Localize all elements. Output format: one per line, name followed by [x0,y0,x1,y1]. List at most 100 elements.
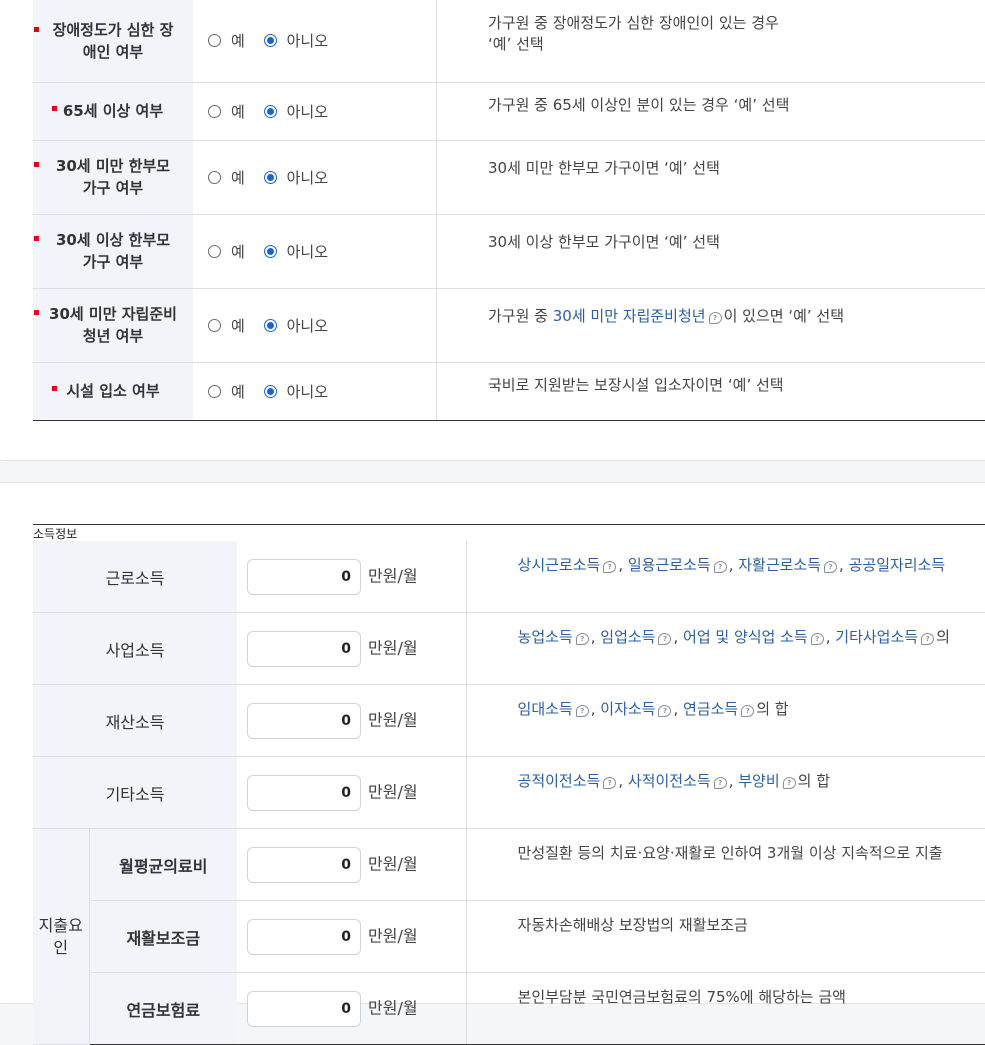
label-line: 가구 여부 [33,251,193,273]
amount-input[interactable]: 0 [247,919,361,955]
radio-no[interactable]: 아니오 [264,103,328,121]
help-icon[interactable]: ? [741,705,754,717]
radio-yes[interactable]: 예 [208,383,245,401]
radio-label: 예 [231,317,245,335]
input-cell: 0 만원/월 [237,685,466,757]
radio-label: 아니오 [287,317,328,335]
help-icon[interactable]: ? [921,633,934,645]
radio-no[interactable]: 아니오 [264,32,328,50]
desc-line: 30세 이상 한부모 가구이면 ‘예’ 선택 [488,232,985,253]
desc-text: 의 [936,628,950,646]
household-table: 장애정도가 심한 장 애인 여부 예 아니오 가구원 중 장애정도가 심한 장애… [33,0,985,421]
amount-input[interactable]: 0 [247,559,361,595]
row-description: 만성질환 등의 치료·요양·재활로 인하여 3개월 이상 지속적으로 지출 [466,829,985,901]
radio-circle-icon[interactable] [208,385,221,398]
desc-link[interactable]: 공적이전소득 [518,772,601,790]
help-icon[interactable]: ? [783,777,796,789]
label-line: 시설 입소 여부 [33,380,193,402]
radio-label: 아니오 [287,383,328,401]
radio-label: 예 [231,243,245,261]
row-description: 자동차손해배상 보장법의 재활보조금 [466,901,985,973]
desc-link[interactable]: 상시근로소득 [518,556,601,574]
radio-no[interactable]: 아니오 [264,383,328,401]
desc-line: 가구원 중 65세 이상인 분이 있는 경우 ‘예’ 선택 [488,95,985,116]
help-icon[interactable]: ? [824,561,837,573]
desc-link[interactable]: 기타사업소득 [835,628,918,646]
desc-link[interactable]: 일용근로소득 [628,556,711,574]
radio-no[interactable]: 아니오 [264,317,328,335]
table-row: 지출요 인 월평균의료비 0만원/월 만성질환 등의 치료·요양·재활로 인하여… [33,829,985,901]
help-icon[interactable]: ? [603,561,616,573]
required-marker [52,386,57,391]
help-icon[interactable]: ? [714,777,727,789]
radio-selected-icon[interactable] [264,245,277,258]
row-description: 농업소득?, 임업소득?, 어업 및 양식업 소득?, 기타사업소득?의 [466,613,985,685]
desc-link[interactable]: 이자소득 [600,700,655,718]
help-icon[interactable]: ? [811,633,824,645]
input-cell: 0만원/월 [237,613,466,685]
radio-selected-icon[interactable] [264,319,277,332]
radio-selected-icon[interactable] [264,385,277,398]
table-row: 재산소득 0만원/월 임대소득?, 이자소득?, 연금소득?의 합 [33,685,985,757]
radio-group: 예 아니오 [193,288,437,362]
radio-circle-icon[interactable] [208,105,221,118]
radio-no[interactable]: 아니오 [264,169,328,187]
desc-line: 가구원 중 장애정도가 심한 장애인이 있는 경우 [488,13,985,34]
radio-circle-icon[interactable] [208,171,221,184]
required-marker [34,310,39,315]
help-icon[interactable]: ? [658,633,671,645]
amount-input[interactable]: 0 [247,703,361,739]
radio-circle-icon[interactable] [208,245,221,258]
unit-label: 만원/월 [368,998,418,1017]
amount-input[interactable]: 0 [247,775,361,811]
help-icon[interactable]: ? [603,777,616,789]
amount-input[interactable]: 0 [247,847,361,883]
row-description: 본인부담분 국민연금보험료의 75%에 해당하는 금액 [466,973,985,1045]
help-icon[interactable]: ? [576,705,589,717]
desc-link[interactable]: 임업소득 [600,628,655,646]
row-description: 공적이전소득?, 사적이전소득?, 부양비?의 합 [466,757,985,829]
desc-link[interactable]: 임대소득 [518,700,573,718]
row-description: 국비로 지원받는 보장시설 입소자이면 ‘예’ 선택 [437,362,985,420]
radio-yes[interactable]: 예 [208,103,245,121]
radio-circle-icon[interactable] [208,319,221,332]
amount-input[interactable]: 0 [247,631,361,667]
amount-input[interactable]: 0 [247,991,361,1027]
desc-link[interactable]: 부양비 [738,772,779,790]
desc-link[interactable]: 사적이전소득 [628,772,711,790]
unit-label: 만원/월 [368,710,418,729]
help-icon[interactable]: ? [658,705,671,717]
radio-selected-icon[interactable] [264,105,277,118]
desc-link[interactable]: 어업 및 양식업 소득 [683,628,808,646]
desc-link[interactable]: 연금소득 [683,700,738,718]
help-icon[interactable]: ? [714,561,727,573]
table-row: 30세 미만 자립준비 청년 여부 예 아니오 가구원 중 30세 미만 자립준… [33,288,985,362]
radio-yes[interactable]: 예 [208,32,245,50]
unit-label: 만원/월 [368,926,418,945]
desc-text: 가구원 중 [488,307,553,325]
radio-yes[interactable]: 예 [208,317,245,335]
help-icon[interactable]: ? [576,633,589,645]
row-label: 30세 미만 한부모 가구 여부 [33,140,193,214]
table-row: 장애정도가 심한 장 애인 여부 예 아니오 가구원 중 장애정도가 심한 장애… [33,0,985,82]
required-marker [52,106,57,111]
required-marker [34,236,39,241]
desc-link[interactable]: 자활근로소득 [738,556,821,574]
row-label: 기타소득 [33,757,237,829]
radio-yes[interactable]: 예 [208,169,245,187]
desc-line: ‘예’ 선택 [488,34,985,55]
radio-selected-icon[interactable] [264,34,277,47]
youth-link[interactable]: 30세 미만 자립준비청년 [553,307,706,325]
expense-group-label: 지출요 인 [33,829,89,1045]
radio-no[interactable]: 아니오 [264,243,328,261]
row-description: 상시근로소득?, 일용근로소득?, 자활근로소득?, 공공일자리소득 [466,541,985,613]
row-label: 월평균의료비 [89,829,237,901]
radio-selected-icon[interactable] [264,171,277,184]
radio-circle-icon[interactable] [208,34,221,47]
desc-link[interactable]: 농업소득 [518,628,573,646]
help-icon[interactable]: ? [709,312,722,324]
desc-link[interactable]: 공공일자리소득 [849,556,946,574]
label-line: 애인 여부 [33,41,193,63]
radio-yes[interactable]: 예 [208,243,245,261]
income-table: 근로소득 0만원/월 상시근로소득?, 일용근로소득?, 자활근로소득?, 공공… [33,541,985,1045]
